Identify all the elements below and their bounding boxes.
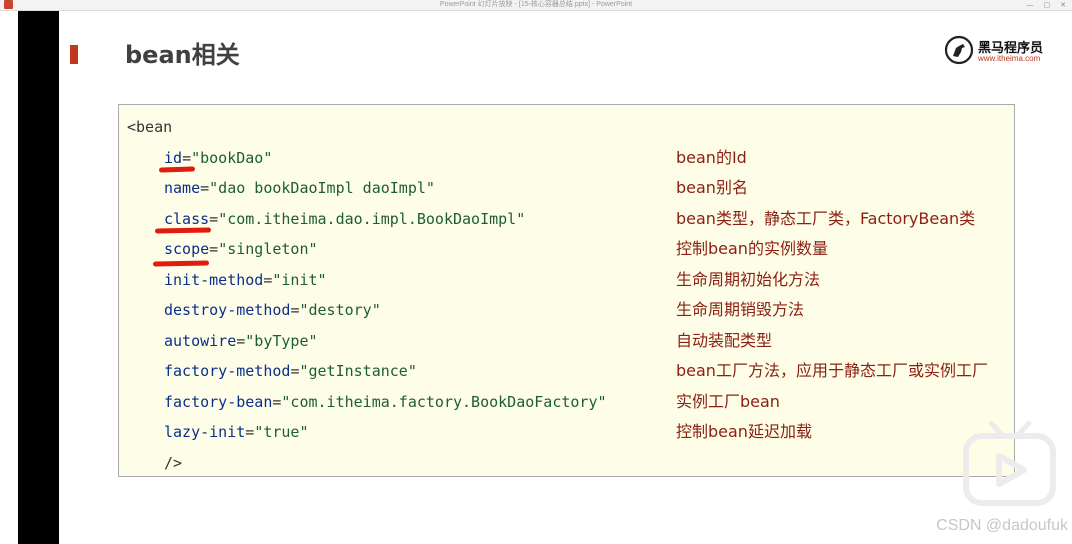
attr-value: "singleton": [218, 240, 318, 258]
attr-value: "init": [272, 271, 327, 289]
slide-title: bean相关: [125, 41, 240, 69]
code-row-name: name="dao bookDaoImpl daoImpl": [164, 179, 435, 197]
attr-value: "dao bookDaoImpl daoImpl": [209, 179, 435, 197]
title-accent-bar: [70, 45, 78, 64]
desc-factory-bean: 实例工厂bean: [676, 392, 780, 411]
red-underline-scope: [152, 260, 210, 267]
attr-value: "bookDao": [191, 149, 273, 167]
code-block: <bean id="bookDao" bean的Id name="dao boo…: [118, 104, 1015, 477]
desc-id: bean的Id: [676, 148, 747, 167]
attr-name: init-method: [164, 271, 264, 289]
code-row-scope: scope="singleton": [164, 240, 318, 258]
code-row-autowire: autowire="byType": [164, 332, 318, 350]
attr-name: lazy-init: [164, 423, 246, 441]
minimize-button[interactable]: —: [1027, 0, 1034, 10]
maximize-button[interactable]: ▢: [1044, 0, 1051, 10]
desc-init-method: 生命周期初始化方法: [676, 270, 821, 289]
attr-value: "true": [254, 423, 309, 441]
desc-factory-method: bean工厂方法，应用于静态工厂或实例工厂: [676, 361, 988, 380]
code-row-lazy-init: lazy-init="true": [164, 423, 309, 441]
code-row-destroy-method: destroy-method="destory": [164, 301, 381, 319]
horse-logo-icon: [944, 35, 974, 65]
desc-name: bean别名: [676, 178, 748, 197]
attr-name: factory-bean: [164, 393, 273, 411]
itheima-logo: 黑马程序员 www.itheima.com: [944, 33, 1054, 69]
attr-name: class: [164, 210, 210, 228]
video-play-icon[interactable]: [963, 420, 1056, 506]
desc-scope: 控制bean的实例数量: [676, 239, 828, 258]
code-row-id: id="bookDao": [164, 149, 273, 167]
code-row-class: class="com.itheima.dao.impl.BookDaoImpl": [164, 210, 526, 228]
red-underline-class: [154, 227, 212, 234]
code-row-factory-bean: factory-bean="com.itheima.factory.BookDa…: [164, 393, 607, 411]
desc-destroy-method: 生命周期销毁方法: [676, 300, 805, 319]
attr-value: "com.itheima.factory.BookDaoFactory": [281, 393, 607, 411]
attr-value: "destory": [299, 301, 381, 319]
logo-url: www.itheima.com: [978, 54, 1041, 63]
window-controls: — ▢ ✕: [1027, 0, 1067, 10]
attr-name: factory-method: [164, 362, 291, 380]
attr-value: "com.itheima.dao.impl.BookDaoImpl": [218, 210, 526, 228]
close-button[interactable]: ✕: [1060, 0, 1066, 10]
desc-autowire: 自动装配类型: [676, 331, 773, 350]
attr-name: name: [164, 179, 201, 197]
bean-close-tag: />: [164, 454, 183, 472]
attr-name: id: [164, 149, 183, 167]
window-title: PowerPoint 幻灯片放映 - [15-核心容器总结.pptx] - Po…: [439, 1, 633, 8]
desc-class: bean类型，静态工厂类，FactoryBean类: [676, 209, 976, 228]
attr-name: autowire: [164, 332, 237, 350]
window-titlebar: PowerPoint 幻灯片放映 - [15-核心容器总结.pptx] - Po…: [0, 0, 1072, 11]
code-row-factory-method: factory-method="getInstance": [164, 362, 417, 380]
attr-name: scope: [164, 240, 210, 258]
attr-value: "byType": [245, 332, 318, 350]
desc-lazy-init: 控制bean延迟加载: [676, 422, 812, 441]
csdn-watermark: CSDN @dadoufuk: [936, 517, 1068, 534]
attr-value: "getInstance": [299, 362, 417, 380]
attr-name: destroy-method: [164, 301, 291, 319]
code-row-init-method: init-method="init": [164, 271, 327, 289]
left-black-bar: [18, 11, 59, 544]
bean-open-tag: <bean: [127, 118, 173, 136]
